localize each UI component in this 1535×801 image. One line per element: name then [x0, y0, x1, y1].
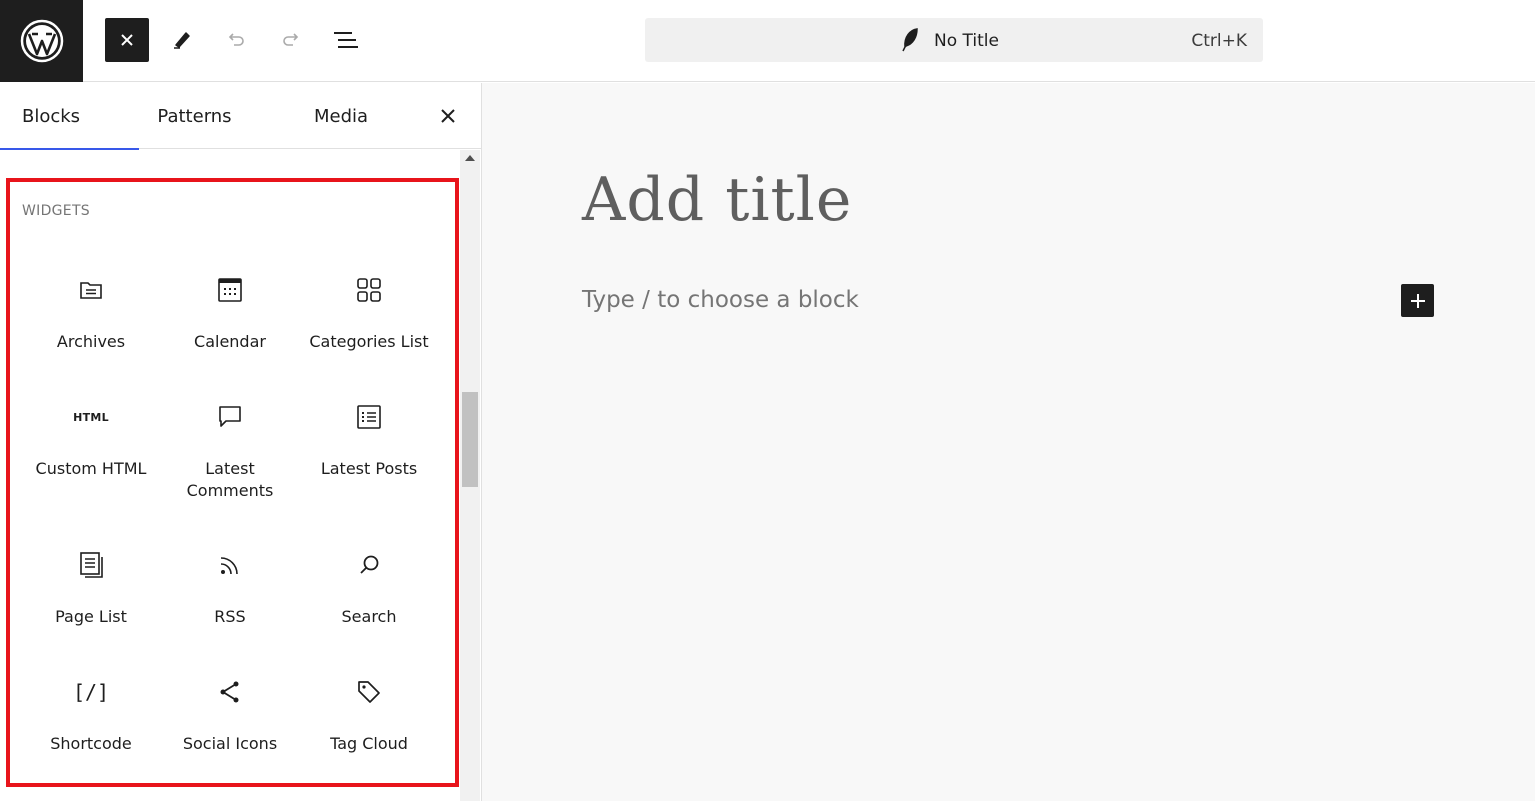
- editor-canvas: Add title Type / to choose a block: [482, 83, 1535, 801]
- scrollbar[interactable]: [460, 150, 480, 801]
- tab-blocks[interactable]: Blocks: [0, 83, 139, 150]
- rss-icon: [216, 551, 244, 579]
- block-calendar[interactable]: Calendar: [161, 276, 299, 396]
- block-categories-list[interactable]: Categories List: [300, 276, 438, 396]
- list-view-icon: [334, 32, 358, 48]
- block-page-list[interactable]: Page List: [22, 551, 160, 671]
- redo-icon: [283, 33, 299, 46]
- top-toolbar: No Title Ctrl+K: [0, 0, 1535, 82]
- share-icon: [216, 678, 244, 706]
- scrollbar-thumb[interactable]: [462, 392, 478, 487]
- scroll-up-arrow-icon[interactable]: [465, 155, 475, 161]
- tools-button[interactable]: [159, 18, 203, 62]
- close-inserter-button[interactable]: [105, 18, 149, 62]
- tab-media[interactable]: Media: [292, 83, 390, 149]
- block-label: Tag Cloud: [330, 734, 408, 753]
- block-rss[interactable]: RSS: [161, 551, 299, 671]
- block-label: Categories List: [309, 332, 429, 351]
- default-block-placeholder[interactable]: Type / to choose a block: [582, 287, 859, 313]
- keyboard-shortcut: Ctrl+K: [1191, 31, 1247, 51]
- page-list-icon: [77, 551, 105, 579]
- block-label: Latest Comments: [186, 459, 274, 500]
- wordpress-logo-icon[interactable]: [0, 0, 83, 82]
- block-social-icons[interactable]: Social Icons: [161, 678, 299, 798]
- plus-icon: [1410, 293, 1425, 308]
- tag-icon: [355, 678, 383, 706]
- undo-icon: [228, 33, 244, 46]
- post-title-input[interactable]: Add title: [582, 165, 852, 235]
- section-title: WIDGETS: [22, 203, 90, 219]
- command-palette-bar[interactable]: No Title Ctrl+K: [645, 18, 1263, 62]
- redo-button[interactable]: [269, 18, 313, 62]
- block-label: RSS: [214, 607, 246, 626]
- block-label: Page List: [55, 607, 127, 626]
- block-label: Calendar: [194, 332, 266, 351]
- inserter-tabs: Blocks Patterns Media: [0, 83, 481, 150]
- block-search[interactable]: Search: [300, 551, 438, 671]
- undo-button[interactable]: [214, 18, 258, 62]
- calendar-icon: [216, 276, 244, 304]
- comment-icon: [216, 403, 244, 431]
- block-latest-comments[interactable]: Latest Comments: [161, 403, 299, 523]
- archive-icon: [77, 276, 105, 304]
- block-archives[interactable]: Archives: [22, 276, 160, 396]
- close-icon: [441, 109, 455, 123]
- block-latest-posts[interactable]: Latest Posts: [300, 403, 438, 523]
- close-panel-button[interactable]: [432, 100, 464, 132]
- search-icon: [355, 551, 383, 579]
- block-tag-cloud[interactable]: Tag Cloud: [300, 678, 438, 798]
- shortcode-icon: [/]: [72, 680, 110, 704]
- pencil-icon: [174, 32, 190, 49]
- block-label: Archives: [56, 332, 126, 351]
- list-view-button[interactable]: [324, 18, 368, 62]
- html-icon: HTML: [73, 410, 109, 424]
- block-label: Search: [341, 607, 397, 626]
- add-block-button[interactable]: [1401, 284, 1434, 317]
- block-label: Custom HTML: [35, 459, 147, 478]
- block-shortcode[interactable]: [/] Shortcode: [22, 678, 160, 798]
- close-icon: [121, 34, 133, 46]
- feather-icon: [900, 27, 920, 57]
- tab-patterns[interactable]: Patterns: [139, 83, 250, 149]
- categories-icon: [355, 276, 383, 304]
- block-custom-html[interactable]: HTML Custom HTML: [22, 403, 160, 523]
- block-label: Shortcode: [50, 734, 132, 753]
- post-list-icon: [355, 403, 383, 431]
- document-title: No Title: [934, 31, 999, 51]
- block-label: Latest Posts: [320, 459, 418, 478]
- block-inserter-panel: Blocks Patterns Media WIDGETS Archives C…: [0, 83, 482, 801]
- block-label: Social Icons: [182, 734, 278, 753]
